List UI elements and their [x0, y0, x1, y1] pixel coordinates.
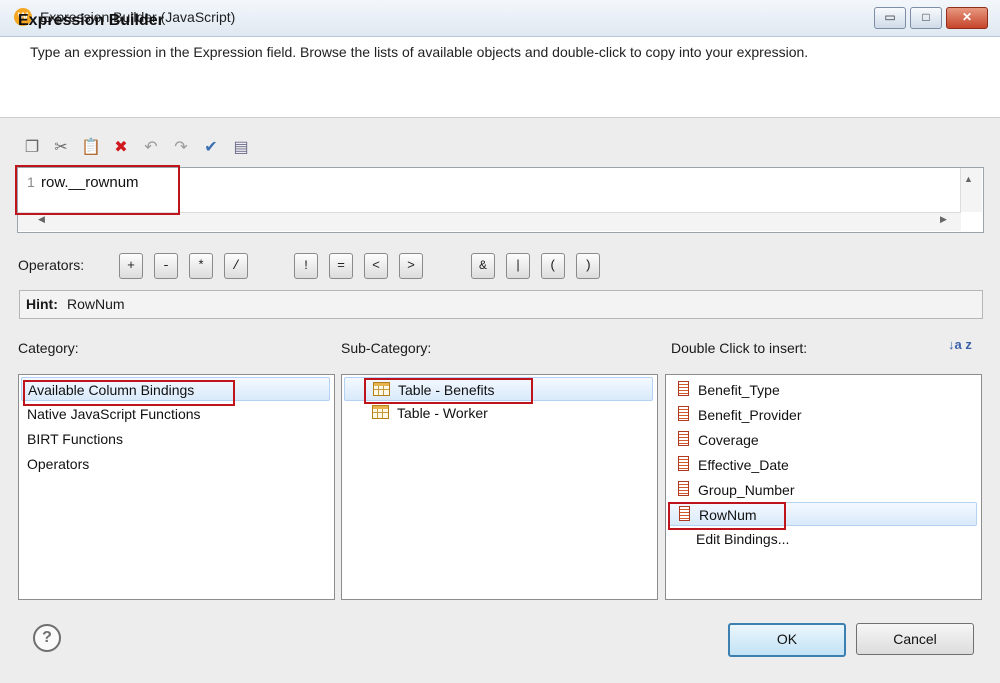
close-button[interactable]: ✕	[946, 7, 988, 29]
binding-item-effective-date[interactable]: Effective_Date	[678, 453, 789, 477]
hint-bar	[19, 290, 983, 319]
sort-alphabetical-icon[interactable]: ↓a z	[948, 337, 972, 352]
operator-open-paren-button[interactable]: (	[541, 253, 565, 279]
subcategory-item-table-worker[interactable]: Table - Worker	[372, 401, 488, 425]
category-label: Category:	[18, 340, 79, 356]
copy-icon[interactable]: ❐	[22, 138, 42, 158]
redo-icon[interactable]: ↷	[171, 138, 191, 158]
binding-item-label: Benefit_Provider	[698, 407, 802, 423]
operator-plus-button[interactable]: +	[119, 253, 143, 279]
dialog-description: Type an expression in the Expression fie…	[30, 44, 809, 60]
operator-close-paren-button[interactable]: )	[576, 253, 600, 279]
hint-label: Hint:	[26, 296, 58, 312]
maximize-button[interactable]: □	[910, 7, 942, 29]
cancel-button[interactable]: Cancel	[856, 623, 974, 655]
operator-and-button[interactable]: &	[471, 253, 495, 279]
binding-item-label: Coverage	[698, 432, 759, 448]
binding-item-coverage[interactable]: Coverage	[678, 428, 759, 452]
paste-icon[interactable]: 📋	[81, 138, 101, 158]
ok-button[interactable]: OK	[728, 623, 846, 657]
delete-icon[interactable]: ✖	[111, 138, 131, 158]
column-binding-icon	[678, 381, 689, 396]
binding-item-label: Effective_Date	[698, 457, 789, 473]
edit-bindings-item[interactable]: Edit Bindings...	[696, 527, 789, 551]
scroll-up-icon[interactable]: ▲	[964, 174, 973, 184]
undo-icon[interactable]: ↶	[141, 138, 161, 158]
expression-highlight-box	[15, 165, 180, 215]
cut-icon[interactable]: ✂	[51, 138, 71, 158]
column-binding-icon	[678, 456, 689, 471]
binding-item-label: Benefit_Type	[698, 382, 780, 398]
operator-divide-button[interactable]: /	[224, 253, 248, 279]
subcategory-highlight-box	[364, 378, 533, 404]
operator-not-button[interactable]: !	[294, 253, 318, 279]
scroll-left-icon[interactable]: ◀	[38, 214, 45, 225]
column-binding-icon	[678, 431, 689, 446]
operators-label: Operators:	[18, 257, 85, 273]
help-icon[interactable]: ?	[33, 624, 61, 652]
binding-item-label: Group_Number	[698, 482, 795, 498]
operator-less-than-button[interactable]: <	[364, 253, 388, 279]
operator-greater-than-button[interactable]: >	[399, 253, 423, 279]
subcategory-label: Sub-Category:	[341, 340, 432, 356]
subcategory-item-label: Table - Worker	[397, 405, 488, 421]
preview-icon[interactable]: ▤	[231, 138, 251, 158]
hint-value: RowNum	[67, 296, 125, 312]
column-binding-icon	[678, 481, 689, 496]
dialog-title: Expression Builder	[18, 12, 164, 29]
operator-equals-button[interactable]: =	[329, 253, 353, 279]
validate-icon[interactable]: ✔	[201, 138, 221, 158]
column-binding-icon	[678, 406, 689, 421]
table-icon	[372, 405, 389, 419]
binding-item-group-number[interactable]: Group_Number	[678, 478, 795, 502]
operator-minus-button[interactable]: -	[154, 253, 178, 279]
operator-multiply-button[interactable]: *	[189, 253, 213, 279]
category-highlight-box	[23, 380, 235, 406]
operator-or-button[interactable]: |	[506, 253, 530, 279]
minimize-button[interactable]: ▭	[874, 7, 906, 29]
category-item-birt-functions[interactable]: BIRT Functions	[27, 427, 123, 451]
rownum-highlight-box	[668, 502, 786, 530]
scroll-right-icon[interactable]: ▶	[940, 214, 947, 225]
binding-item-benefit-type[interactable]: Benefit_Type	[678, 378, 780, 402]
category-item-operators[interactable]: Operators	[27, 452, 89, 476]
insert-label: Double Click to insert:	[671, 340, 808, 356]
binding-item-benefit-provider[interactable]: Benefit_Provider	[678, 403, 802, 427]
